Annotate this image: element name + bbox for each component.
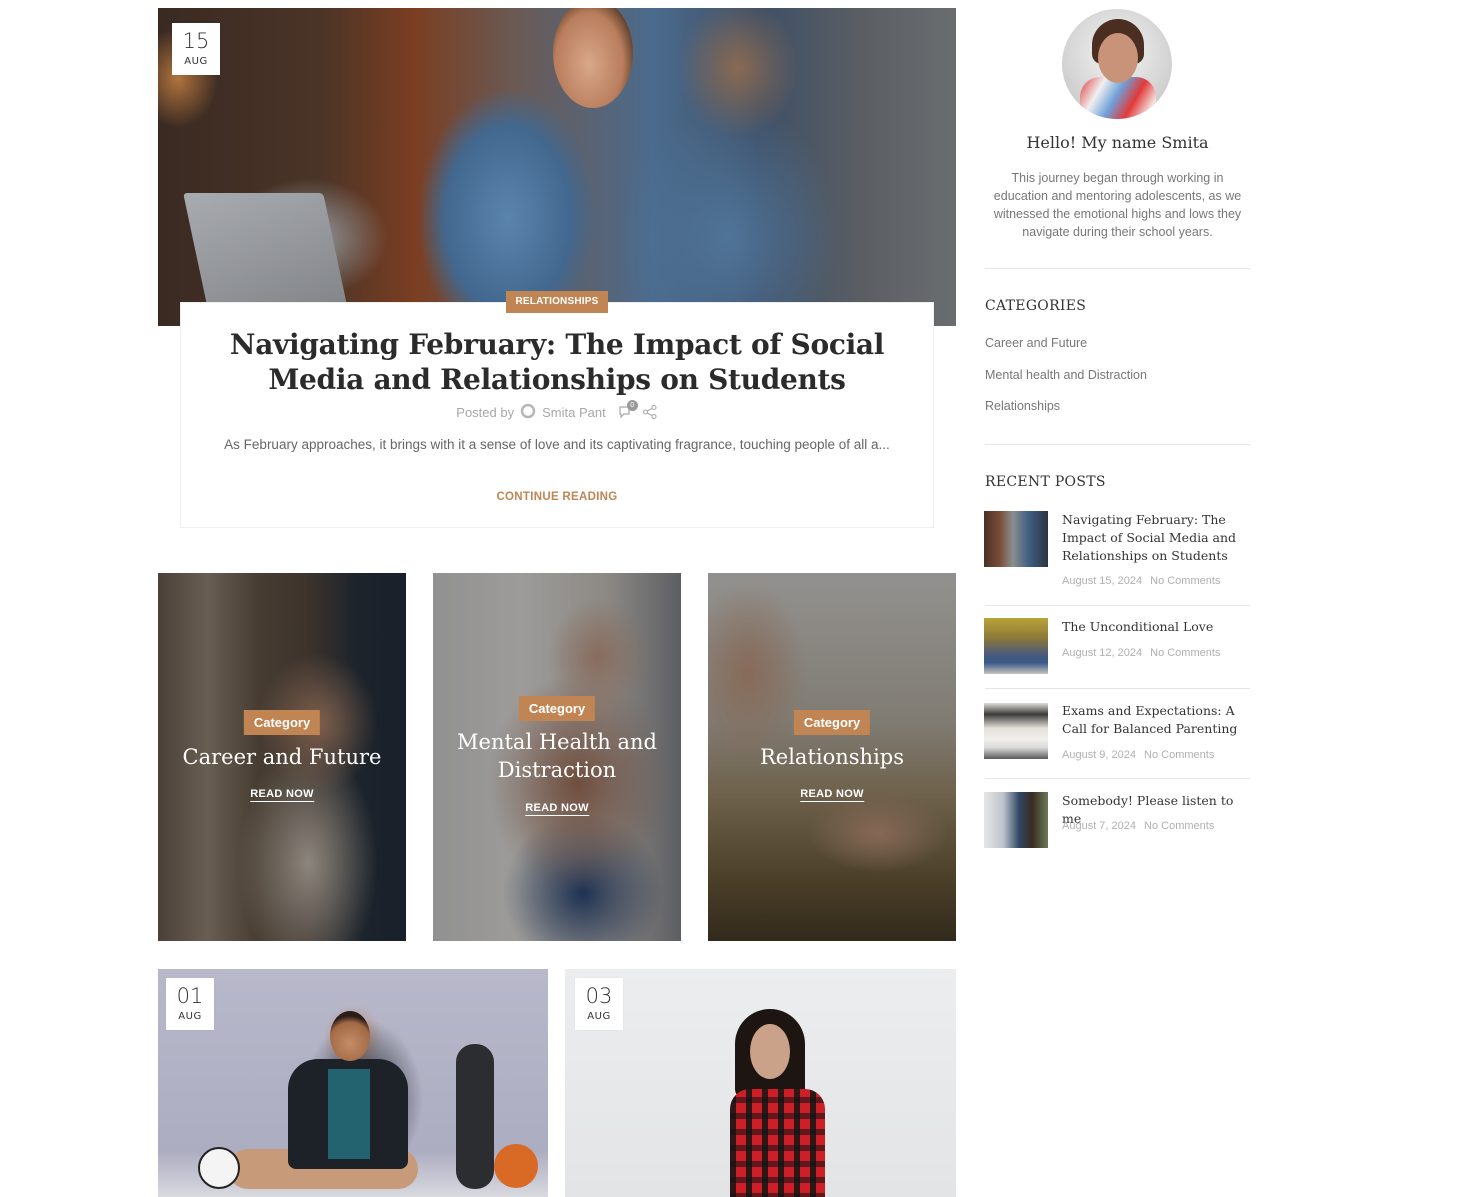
featured-date-badge: 15 AUG xyxy=(172,23,220,75)
divider xyxy=(985,268,1250,269)
featured-post-image[interactable]: 15 AUG xyxy=(158,8,956,326)
date-day: 03 xyxy=(585,984,613,1008)
read-now-link[interactable]: READ NOW xyxy=(525,802,589,816)
post-date-badge: 03 AUG xyxy=(575,978,623,1030)
recent-post-thumbnail[interactable] xyxy=(984,511,1048,567)
author-link[interactable]: Smita Pant xyxy=(542,405,606,420)
tile-category-tag: Category xyxy=(793,710,871,735)
recent-post-date: August 15, 2024 xyxy=(1062,575,1143,587)
image-shape xyxy=(328,1069,370,1159)
recent-post-comments[interactable]: No Comments xyxy=(1150,575,1220,587)
date-month: AUG xyxy=(178,1011,202,1022)
category-tile-relationships[interactable]: Category Relationships READ NOW xyxy=(708,573,956,941)
featured-post-card: Navigating February: The Impact of Socia… xyxy=(180,302,934,528)
post-date-badge: 01 AUG xyxy=(166,978,214,1030)
author-avatar xyxy=(1062,9,1172,119)
comment-icon[interactable]: 0 xyxy=(618,400,638,420)
post-meta: Posted by Smita Pant 0 xyxy=(181,400,933,420)
image-person-shape xyxy=(418,68,598,326)
image-shape xyxy=(330,1011,370,1061)
post-image-2[interactable]: 03 AUG xyxy=(565,969,956,1197)
recent-post-comments[interactable]: No Comments xyxy=(1144,820,1214,832)
image-shape xyxy=(1080,77,1156,119)
recent-post-thumbnail[interactable] xyxy=(984,703,1048,759)
recent-post-meta: August 9, 2024 No Comments xyxy=(1062,749,1214,761)
continue-reading-link[interactable]: CONTINUE READING xyxy=(181,491,933,503)
date-day: 15 xyxy=(182,29,210,53)
user-icon xyxy=(520,404,536,420)
image-shape xyxy=(198,1147,240,1189)
image-head-shape xyxy=(553,8,633,108)
read-now-link[interactable]: READ NOW xyxy=(800,788,864,802)
recent-post-meta: August 12, 2024 No Comments xyxy=(1062,647,1220,659)
date-month: AUG xyxy=(184,56,208,67)
image-shape xyxy=(750,1024,790,1079)
category-tile-career[interactable]: Category Career and Future READ NOW xyxy=(158,573,406,941)
post-image-1[interactable]: 01 AUG xyxy=(158,969,548,1197)
featured-post-excerpt: As February approaches, it brings with i… xyxy=(224,437,890,452)
recent-post-meta: August 15, 2024 No Comments xyxy=(1062,575,1220,587)
recent-post-title[interactable]: The Unconditional Love xyxy=(1062,618,1252,636)
divider xyxy=(985,444,1250,445)
featured-post-title[interactable]: Navigating February: The Impact of Socia… xyxy=(181,327,933,397)
recent-post-title[interactable]: Exams and Expectations: A Call for Balan… xyxy=(1062,702,1252,738)
image-shape xyxy=(456,1044,494,1189)
featured-category-tag[interactable]: RELATIONSHIPS xyxy=(506,291,608,313)
date-month: AUG xyxy=(587,1011,611,1022)
image-shape xyxy=(730,1089,825,1197)
divider xyxy=(985,778,1250,779)
category-link-mental-health[interactable]: Mental health and Distraction xyxy=(985,368,1147,382)
posted-by-label: Posted by xyxy=(456,404,515,420)
category-link-relationships[interactable]: Relationships xyxy=(985,399,1060,413)
recent-post-date: August 7, 2024 xyxy=(1062,820,1137,832)
recent-post-meta: August 7, 2024 No Comments xyxy=(1062,820,1214,832)
categories-widget-title: CATEGORIES xyxy=(985,298,1087,314)
image-shape xyxy=(494,1144,538,1188)
date-day: 01 xyxy=(176,984,204,1008)
tile-title: Mental Health and Distraction xyxy=(457,730,657,782)
comment-count: 0 xyxy=(626,400,638,411)
tile-category-tag: Category xyxy=(243,710,321,735)
category-tile-mental-health[interactable]: Category Mental Health and Distraction R… xyxy=(433,573,681,941)
recent-post-comments[interactable]: No Comments xyxy=(1150,647,1220,659)
sidebar-greeting: Hello! My name Smita xyxy=(1026,133,1209,152)
recent-post-title[interactable]: Navigating February: The Impact of Socia… xyxy=(1062,511,1252,565)
recent-post-thumbnail[interactable] xyxy=(984,618,1048,674)
recent-post-thumbnail[interactable] xyxy=(984,792,1048,848)
recent-post-date: August 9, 2024 xyxy=(1062,749,1137,761)
tile-category-tag: Category xyxy=(518,696,596,721)
share-icon[interactable] xyxy=(642,404,658,420)
tile-title: Career and Future xyxy=(182,745,382,769)
read-now-link[interactable]: READ NOW xyxy=(250,788,314,802)
divider xyxy=(985,688,1250,689)
recent-posts-widget-title: RECENT POSTS xyxy=(985,474,1106,490)
recent-post-comments[interactable]: No Comments xyxy=(1144,749,1214,761)
image-shape xyxy=(1098,33,1138,83)
divider xyxy=(985,605,1250,606)
category-link-career[interactable]: Career and Future xyxy=(985,336,1087,350)
tile-title: Relationships xyxy=(759,745,905,769)
recent-post-date: August 12, 2024 xyxy=(1062,647,1143,659)
sidebar-bio: This journey began through working in ed… xyxy=(993,171,1242,239)
